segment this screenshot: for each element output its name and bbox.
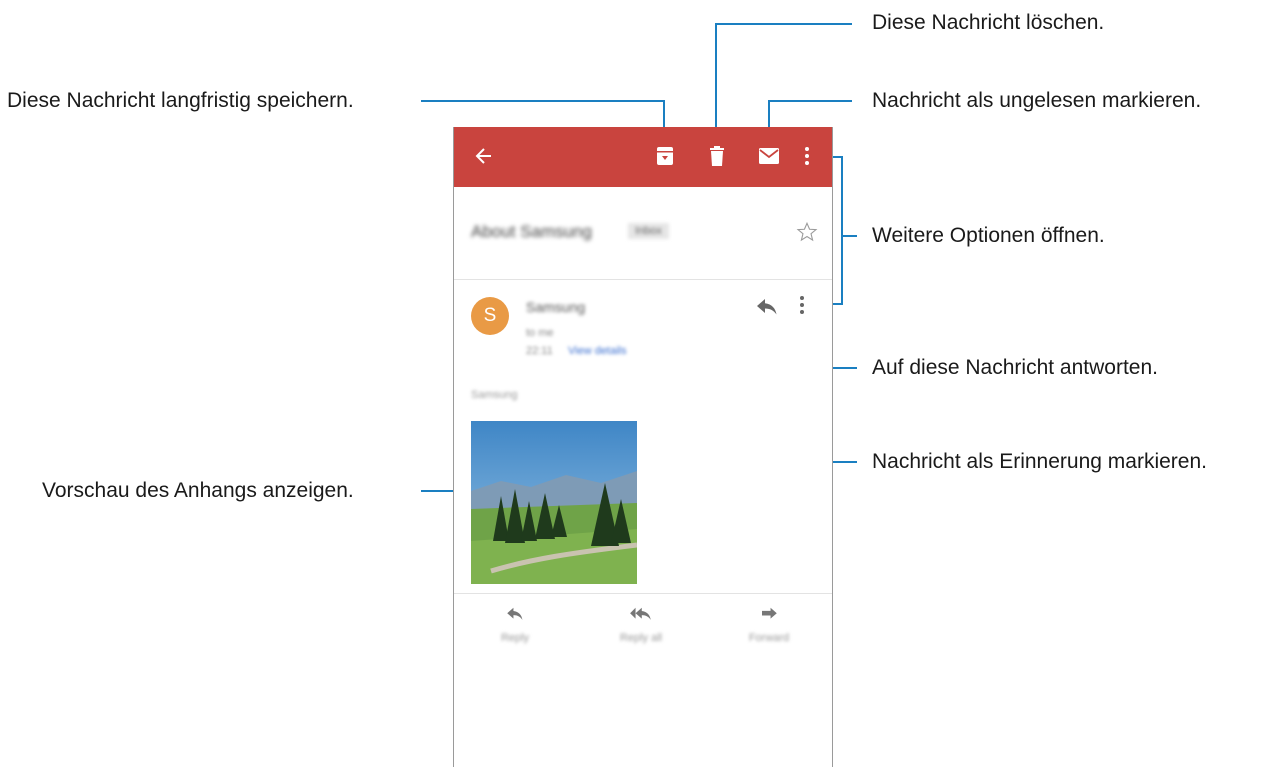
callout-reminder: Nachricht als Erinnerung markieren.: [872, 450, 1207, 473]
callout-archive: Diese Nachricht langfristig speichern.: [7, 89, 354, 112]
recipient-text: to me: [526, 327, 554, 339]
callout-delete: Diese Nachricht löschen.: [872, 11, 1105, 34]
star-icon[interactable]: [796, 221, 818, 248]
app-bar: [454, 127, 832, 187]
attachment-preview[interactable]: [471, 421, 637, 584]
reply-all-icon: [630, 607, 651, 620]
mail-icon[interactable]: [758, 145, 780, 172]
back-arrow-icon[interactable]: [474, 145, 494, 172]
timestamp: 22:11: [526, 345, 553, 357]
forward-button[interactable]: Forward: [724, 607, 814, 644]
email-subject: About Samsung: [471, 222, 592, 241]
trash-icon[interactable]: [709, 145, 725, 172]
more-vert-icon[interactable]: [804, 145, 810, 172]
callout-more-options: Weitere Optionen öffnen.: [872, 224, 1105, 247]
callout-reply: Auf diese Nachricht antworten.: [872, 356, 1158, 379]
inbox-label[interactable]: Inbox: [628, 223, 669, 239]
message-more-icon[interactable]: [799, 294, 805, 321]
phone-screen: About Samsung Inbox S Samsung to me 22:1…: [453, 127, 833, 767]
reply-all-label: Reply all: [619, 632, 663, 644]
archive-icon[interactable]: [656, 145, 674, 172]
reply-all-button[interactable]: Reply all: [596, 607, 686, 644]
email-body: Samsung: [471, 389, 518, 401]
callout-mark-unread: Nachricht als ungelesen markieren.: [872, 89, 1202, 112]
callout-preview: Vorschau des Anhangs anzeigen.: [42, 479, 354, 502]
sender-avatar: S: [471, 297, 509, 335]
subject-row: About Samsung Inbox: [454, 187, 832, 280]
divider: [454, 593, 832, 594]
view-details-link[interactable]: View details: [568, 345, 627, 357]
delete-callout-line: [715, 23, 852, 142]
sender-name: Samsung: [526, 299, 586, 315]
reply-label: Reply: [500, 632, 530, 644]
reply-button[interactable]: Reply: [470, 607, 560, 644]
forward-label: Forward: [748, 632, 790, 644]
reply-icon[interactable]: [756, 298, 778, 321]
reply-icon: [507, 607, 523, 620]
forward-icon: [762, 607, 777, 619]
